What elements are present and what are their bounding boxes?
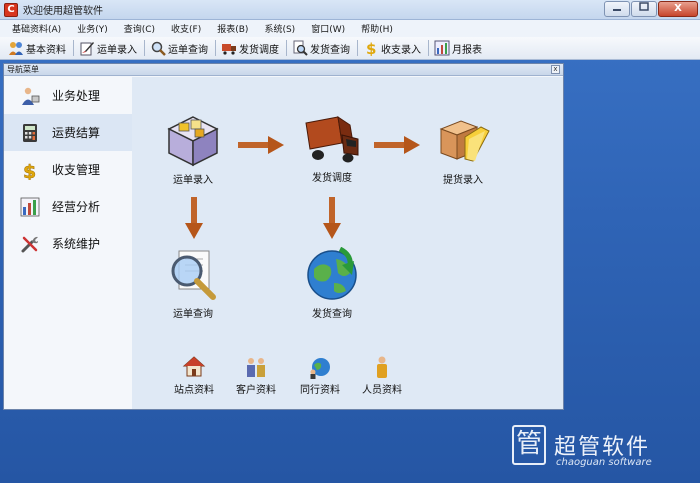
- package-folder-icon: [439, 120, 490, 162]
- toolbar-waybill-entry-button[interactable]: 运单录入: [77, 38, 141, 58]
- chart-icon: [434, 40, 450, 56]
- search-doc-icon: [293, 40, 308, 56]
- maximize-icon: [639, 1, 649, 11]
- people-icon: [9, 42, 23, 55]
- toolbar-finance-entry-button[interactable]: $ 收支录入: [361, 38, 425, 58]
- navigation-header: 导航菜单 x: [4, 64, 563, 76]
- customers-icon: [247, 358, 265, 377]
- tools-icon: [21, 236, 38, 252]
- app-logo-icon: C: [4, 2, 18, 17]
- navigation-close-button[interactable]: x: [551, 65, 560, 74]
- flow-pickup-entry[interactable]: 提货录入: [428, 115, 498, 186]
- toolbar-separator: [357, 40, 358, 56]
- arrow-right-icon: [238, 136, 284, 154]
- window-title: 欢迎使用超管软件: [23, 6, 103, 17]
- svg-text:$: $: [23, 161, 36, 180]
- toolbar-separator: [144, 40, 145, 56]
- shortcut-peer-data[interactable]: 同行资料: [290, 355, 350, 396]
- sidebar-item-business[interactable]: 业务处理: [4, 77, 132, 114]
- house-icon: [182, 356, 206, 377]
- arrow-down-icon: [185, 197, 203, 239]
- close-icon: X: [674, 2, 682, 14]
- edit-icon: [80, 42, 94, 56]
- toolbar: 基本资料 运单录入 运单查询 发货调度 发货查询 $ 收支录入 月报表: [0, 37, 700, 60]
- bar-chart-icon: [20, 197, 40, 216]
- toolbar-separator: [428, 40, 429, 56]
- menu-bar: 基础资料(A) 业务(Y) 查询(C) 收支(F) 报表(B) 系统(S) 窗口…: [0, 20, 700, 37]
- navigation-window: 导航菜单 x 业务处理 运费结算 $ 收支管理 经营分析 系统维护 运单录入 发…: [3, 63, 564, 410]
- arrow-down-icon: [323, 197, 341, 239]
- workflow-panel: 运单录入 发货调度 提货录入 运单查询 发货查询 站点资料 客户资料 同行资料 …: [132, 77, 563, 409]
- dollar-icon: $: [366, 40, 376, 56]
- navigation-title: 导航菜单: [7, 65, 39, 74]
- maximize-button[interactable]: [631, 0, 657, 17]
- flow-waybill-query[interactable]: 运单查询: [158, 247, 228, 320]
- brand-logo: 管 超管软件 chaoguan software: [512, 425, 672, 473]
- person-icon: [377, 356, 387, 378]
- toolbar-separator: [286, 40, 287, 56]
- truck-icon: [305, 115, 359, 163]
- menu-window[interactable]: 窗口(W): [311, 22, 345, 35]
- globe-people-icon: [310, 358, 330, 379]
- toolbar-separator: [215, 40, 216, 56]
- magnifier-doc-icon: [171, 250, 216, 300]
- flow-dispatch[interactable]: 发货调度: [296, 115, 368, 184]
- sidebar-item-freight-settlement[interactable]: 运费结算: [4, 114, 132, 151]
- brand-subtitle: chaoguan software: [556, 457, 652, 468]
- minimize-icon: [613, 8, 621, 11]
- sidebar: 业务处理 运费结算 $ 收支管理 经营分析 系统维护: [4, 77, 132, 409]
- toolbar-basic-data-button[interactable]: 基本资料: [6, 38, 70, 58]
- dollar-icon: $: [23, 160, 37, 180]
- flow-shipment-query[interactable]: 发货查询: [296, 247, 368, 320]
- menu-system[interactable]: 系统(S): [264, 22, 295, 35]
- shortcut-staff-data[interactable]: 人员资料: [352, 355, 412, 396]
- toolbar-shipment-query-button[interactable]: 发货查询: [290, 38, 354, 58]
- shortcut-customer-data[interactable]: 客户资料: [226, 355, 286, 396]
- shortcut-station-data[interactable]: 站点资料: [164, 355, 224, 396]
- menu-query[interactable]: 查询(C): [124, 22, 155, 35]
- toolbar-waybill-query-button[interactable]: 运单查询: [148, 38, 212, 58]
- toolbar-separator: [73, 40, 74, 56]
- calculator-icon: [23, 123, 37, 142]
- dispatch-icon: [222, 44, 236, 55]
- brand-mark: 管: [512, 425, 546, 465]
- svg-text:$: $: [366, 40, 376, 56]
- toolbar-monthly-report-button[interactable]: 月报表: [432, 38, 486, 58]
- window-controls: X: [603, 0, 698, 19]
- menu-business[interactable]: 业务(Y): [77, 22, 108, 35]
- minimize-button[interactable]: [604, 0, 630, 17]
- flow-waybill-entry[interactable]: 运单录入: [158, 115, 228, 186]
- sidebar-item-analysis[interactable]: 经营分析: [4, 188, 132, 225]
- person-work-icon: [22, 87, 40, 105]
- menu-basic-data[interactable]: 基础资料(A): [12, 22, 61, 35]
- waybill-entry-icon: [167, 116, 219, 167]
- toolbar-dispatch-button[interactable]: 发货调度: [219, 38, 283, 58]
- menu-help[interactable]: 帮助(H): [361, 22, 393, 35]
- sidebar-item-maintenance[interactable]: 系统维护: [4, 225, 132, 262]
- sidebar-item-finance[interactable]: $ 收支管理: [4, 151, 132, 188]
- arrow-right-icon: [374, 136, 420, 154]
- menu-reports[interactable]: 报表(B): [217, 22, 248, 35]
- globe-arrow-icon: [307, 247, 357, 300]
- menu-finance[interactable]: 收支(F): [171, 22, 201, 35]
- magnifier-icon: [151, 41, 166, 56]
- title-bar: C 欢迎使用超管软件 X: [0, 0, 700, 20]
- close-button[interactable]: X: [658, 0, 698, 17]
